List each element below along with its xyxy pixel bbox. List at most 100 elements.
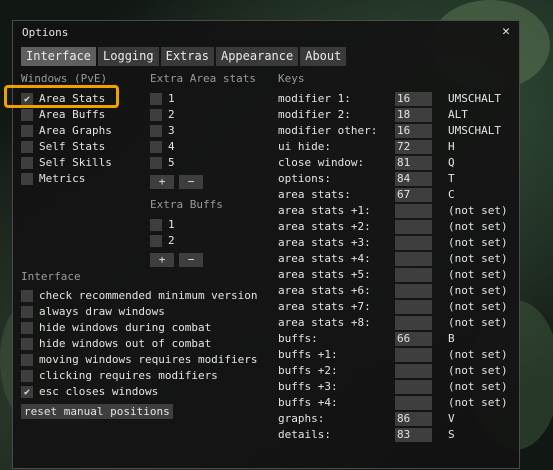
add-area-stats-button[interactable]: + — [150, 175, 174, 189]
checkbox-row-metrics[interactable]: Metrics — [21, 172, 85, 186]
add-buffs-button[interactable]: + — [150, 253, 174, 267]
tab-logging[interactable]: Logging — [98, 47, 159, 66]
key-value: (not set) — [448, 204, 508, 217]
checkbox[interactable] — [21, 306, 33, 318]
checkbox-label: 1 — [168, 92, 175, 105]
checkbox-row-check-recommended-minimum-version[interactable]: check recommended minimum version — [21, 289, 258, 303]
checkbox-row-hide-windows-out-of-combat[interactable]: hide windows out of combat — [21, 337, 211, 351]
key-code-input[interactable] — [395, 268, 432, 282]
key-code-input[interactable] — [395, 284, 432, 298]
key-value: (not set) — [448, 236, 508, 249]
key-name-modifier-1: modifier 1: — [278, 92, 351, 105]
area-stats-row[interactable]: 4 — [150, 140, 175, 154]
key-value: (not set) — [448, 316, 508, 329]
checkbox-row-esc-closes-windows[interactable]: ✔ esc closes windows — [21, 385, 158, 399]
checkbox-label: Area Graphs — [39, 124, 112, 137]
checkbox-label: Self Skills — [39, 156, 112, 169]
checkbox-row-hide-windows-during-combat[interactable]: hide windows during combat — [21, 321, 211, 335]
key-value: B — [448, 332, 455, 345]
tab-about[interactable]: About — [300, 47, 347, 66]
checkbox[interactable] — [21, 173, 33, 185]
checkbox-row-self-skills[interactable]: Self Skills — [21, 156, 112, 170]
checkbox[interactable] — [150, 219, 162, 231]
checkbox[interactable] — [21, 125, 33, 137]
title-bar[interactable]: Options ✕ — [13, 21, 519, 45]
key-code-input[interactable] — [395, 236, 432, 250]
window-title: Options — [22, 26, 69, 39]
checkbox[interactable] — [21, 338, 33, 350]
checkbox-label: hide windows out of combat — [39, 337, 212, 350]
key-code-input[interactable]: 81 — [395, 156, 432, 170]
checkbox[interactable] — [21, 290, 33, 302]
reset-manual-positions-button[interactable]: reset manual positions — [21, 404, 173, 419]
key-code-input[interactable]: 16 — [395, 92, 432, 106]
key-code-input[interactable]: 18 — [395, 108, 432, 122]
key-code-input[interactable]: 66 — [395, 332, 432, 346]
key-code-input[interactable] — [395, 396, 432, 410]
key-code-input[interactable] — [395, 316, 432, 330]
tab-extras[interactable]: Extras — [160, 47, 214, 66]
checkbox-label: 3 — [168, 124, 175, 137]
checkbox[interactable] — [150, 235, 162, 247]
checkbox-label: moving windows requires modifiers — [39, 353, 258, 366]
key-value: T — [448, 172, 455, 185]
checkbox-label: Self Stats — [39, 140, 106, 153]
key-value: H — [448, 140, 455, 153]
extra-buffs-row[interactable]: 1 — [150, 218, 175, 232]
area-stats-row[interactable]: 5 — [150, 156, 175, 170]
key-code-input[interactable] — [395, 300, 432, 314]
extra-buffs-row[interactable]: 2 — [150, 234, 175, 248]
checkbox-row-moving-windows-requires-modifiers[interactable]: moving windows requires modifiers — [21, 353, 258, 367]
tab-interface[interactable]: Interface — [21, 47, 97, 66]
checkbox[interactable] — [21, 322, 33, 334]
key-value: UMSCHALT — [448, 92, 501, 105]
key-code-input[interactable] — [395, 204, 432, 218]
key-code-input[interactable] — [395, 364, 432, 378]
key-code-input[interactable]: 16 — [395, 124, 432, 138]
checkbox-label: esc closes windows — [39, 385, 159, 398]
checkbox[interactable] — [150, 93, 162, 105]
checkbox[interactable] — [21, 141, 33, 153]
remove-buffs-button[interactable]: − — [179, 253, 203, 267]
area-stats-row[interactable]: 3 — [150, 124, 175, 138]
checkbox[interactable]: ✔ — [21, 386, 33, 398]
checkbox[interactable] — [21, 109, 33, 121]
checkbox-row-self-stats[interactable]: Self Stats — [21, 140, 105, 154]
checkbox-label: 2 — [168, 234, 175, 247]
area-stats-row[interactable]: 1 — [150, 92, 175, 106]
key-name-buffs-3: buffs +3: — [278, 380, 338, 393]
key-code-input[interactable]: 72 — [395, 140, 432, 154]
key-value: (not set) — [448, 364, 508, 377]
extra-buffs-header: Extra Buffs — [150, 198, 223, 211]
close-icon[interactable]: ✕ — [502, 24, 510, 39]
checkbox[interactable] — [150, 141, 162, 153]
checkbox-row-area-buffs[interactable]: Area Buffs — [21, 108, 105, 122]
checkbox-row-always-draw-windows[interactable]: always draw windows — [21, 305, 165, 319]
key-code-input[interactable]: 86 — [395, 412, 432, 426]
key-code-input[interactable]: 83 — [395, 428, 432, 442]
tab-appearance[interactable]: Appearance — [215, 47, 299, 66]
key-code-input[interactable]: 67 — [395, 188, 432, 202]
checkbox[interactable] — [21, 157, 33, 169]
key-code-input[interactable]: 84 — [395, 172, 432, 186]
key-name-area-stats-2: area stats +2: — [278, 220, 371, 233]
remove-area-stats-button[interactable]: − — [179, 175, 203, 189]
key-name-area-stats-6: area stats +6: — [278, 284, 371, 297]
checkbox-row-clicking-requires-modifiers[interactable]: clicking requires modifiers — [21, 369, 218, 383]
checkbox[interactable] — [150, 157, 162, 169]
checkbox[interactable] — [150, 125, 162, 137]
windows-section-header: Windows (PvE) — [21, 72, 108, 85]
tab-bar: Interface Logging Extras Appearance Abou… — [21, 47, 347, 66]
key-value: (not set) — [448, 268, 508, 281]
key-code-input[interactable] — [395, 220, 432, 234]
key-value: (not set) — [448, 300, 508, 313]
key-code-input[interactable] — [395, 348, 432, 362]
checkbox[interactable] — [21, 354, 33, 366]
checkbox-row-area-graphs[interactable]: Area Graphs — [21, 124, 112, 138]
checkbox[interactable] — [150, 109, 162, 121]
area-stats-row[interactable]: 2 — [150, 108, 175, 122]
key-code-input[interactable] — [395, 380, 432, 394]
checkbox[interactable] — [21, 370, 33, 382]
highlight-box — [4, 85, 119, 108]
key-code-input[interactable] — [395, 252, 432, 266]
